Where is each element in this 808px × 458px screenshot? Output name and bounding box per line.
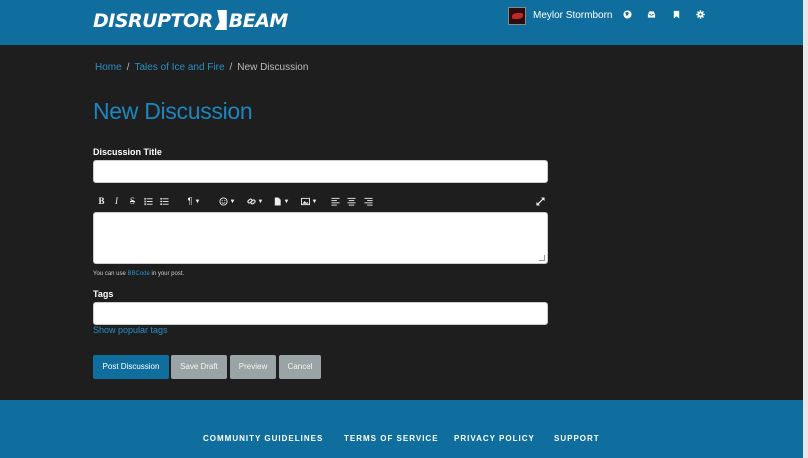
page-scrollbar[interactable] <box>803 0 808 458</box>
breadcrumb-category[interactable]: Tales of Ice and Fire <box>134 62 224 73</box>
breadcrumb-current: New Discussion <box>237 62 309 73</box>
caret-down-icon: ▼ <box>311 198 318 205</box>
inbox-icon[interactable] <box>647 10 657 20</box>
bold-button[interactable]: B <box>97 195 106 207</box>
smiley-icon <box>218 197 228 206</box>
discussion-title-input[interactable] <box>93 160 548 183</box>
caret-down-icon: ▼ <box>283 198 290 205</box>
file-dropdown[interactable]: ▼ <box>270 195 292 207</box>
discussion-title-label: Discussion Title <box>93 147 162 157</box>
align-center-icon[interactable] <box>347 195 356 207</box>
link-icon <box>246 198 256 205</box>
discussion-body-textarea[interactable] <box>93 212 548 264</box>
preview-button[interactable]: Preview <box>230 355 276 379</box>
resize-handle[interactable] <box>539 255 545 261</box>
italic-button[interactable]: I <box>112 195 121 207</box>
align-left-icon[interactable] <box>331 195 340 207</box>
post-discussion-button[interactable]: Post Discussion <box>93 355 169 379</box>
logo-mark-icon <box>214 10 227 30</box>
cancel-button[interactable]: Cancel <box>279 355 321 379</box>
tags-label: Tags <box>93 289 114 299</box>
show-popular-tags-link[interactable]: Show popular tags <box>93 325 168 335</box>
file-icon <box>274 197 281 206</box>
page-title: New Discussion <box>93 98 253 124</box>
bbcode-hint-suffix: in your post. <box>149 271 185 277</box>
bulleted-list-icon[interactable] <box>159 195 169 207</box>
gear-icon[interactable] <box>696 10 706 20</box>
terms-of-service-link[interactable]: TERMS OF SERVICE <box>344 434 439 443</box>
bbcode-link[interactable]: BBCode <box>127 271 149 277</box>
breadcrumb-separator: / <box>126 62 130 73</box>
save-draft-button[interactable]: Save Draft <box>171 355 227 379</box>
image-icon <box>300 198 310 206</box>
logo-text-right: BEAM <box>228 10 289 32</box>
caret-down-icon: ▼ <box>257 198 264 205</box>
caret-down-icon: ▼ <box>229 198 236 205</box>
globe-icon[interactable] <box>623 10 633 20</box>
paragraph-icon: ¶ <box>187 196 193 206</box>
align-right-icon[interactable] <box>364 195 373 207</box>
breadcrumb-separator: / <box>229 62 233 73</box>
site-footer: COMMUNITY GUIDELINES TERMS OF SERVICE PR… <box>0 400 808 458</box>
fullscreen-icon[interactable] <box>536 195 545 207</box>
editor-toolbar: B I S ¶ ▼ ▼ ▼ ▼ ▼ <box>93 195 548 209</box>
image-dropdown[interactable]: ▼ <box>297 195 321 207</box>
caret-down-icon: ▼ <box>194 198 201 205</box>
site-header: DISRUPTOR BEAM Meylor Stormborn <box>0 0 808 45</box>
logo-text-left: DISRUPTOR <box>93 10 213 32</box>
support-link[interactable]: SUPPORT <box>554 434 600 443</box>
username[interactable]: Meylor Stormborn <box>533 10 612 21</box>
bbcode-hint: You can use BBCode in your post. <box>93 271 184 277</box>
bbcode-hint-prefix: You can use <box>93 271 128 277</box>
breadcrumb: Home / Tales of Ice and Fire / New Discussio… <box>95 62 308 73</box>
breadcrumb-home[interactable]: Home <box>95 62 122 73</box>
community-guidelines-link[interactable]: COMMUNITY GUIDELINES <box>203 434 323 443</box>
avatar[interactable] <box>508 7 526 25</box>
bookmark-icon[interactable] <box>672 10 682 20</box>
link-dropdown[interactable]: ▼ <box>244 195 266 207</box>
strikethrough-button[interactable]: S <box>128 195 137 207</box>
tags-input[interactable] <box>93 302 548 325</box>
paragraph-dropdown[interactable]: ¶ ▼ <box>183 195 205 207</box>
site-logo[interactable]: DISRUPTOR BEAM <box>93 10 288 32</box>
emoji-dropdown[interactable]: ▼ <box>216 195 238 207</box>
ordered-list-icon[interactable] <box>143 195 153 207</box>
privacy-policy-link[interactable]: PRIVACY POLICY <box>454 434 535 443</box>
